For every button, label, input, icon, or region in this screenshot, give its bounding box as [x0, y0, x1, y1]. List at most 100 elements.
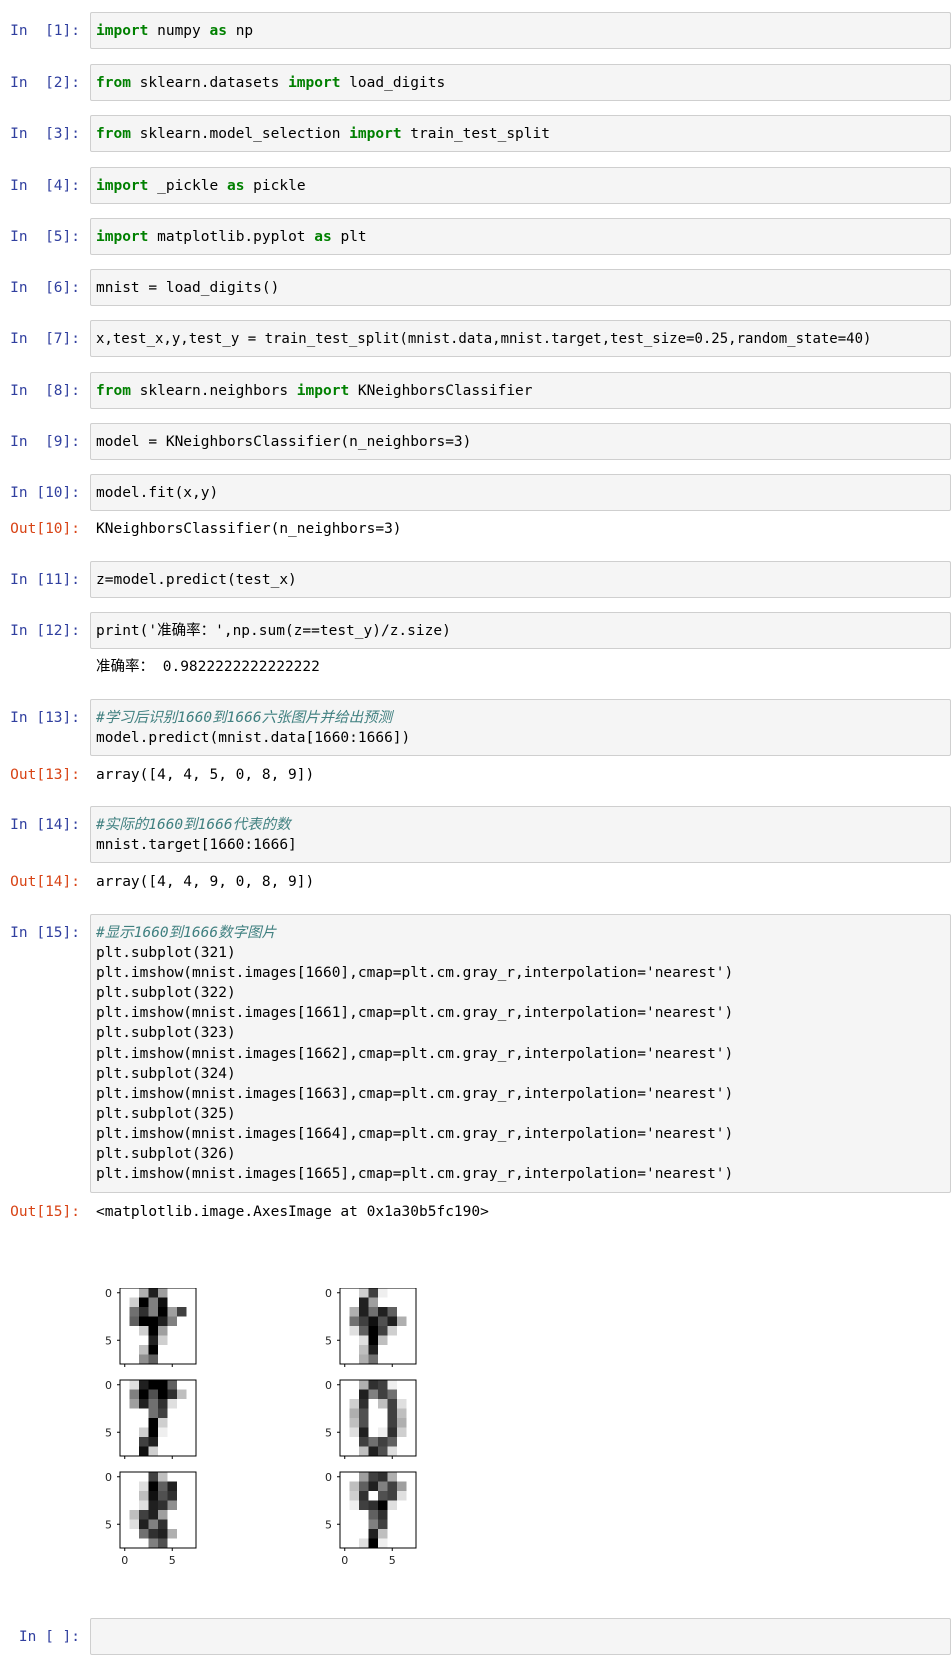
pixel: [378, 1437, 388, 1447]
pixel: [139, 1297, 149, 1308]
pixel: [387, 1446, 398, 1457]
pixel: [359, 1472, 369, 1482]
pixel: [387, 1408, 398, 1419]
pixel: [368, 1472, 379, 1482]
pixel: [340, 1510, 350, 1520]
pixel: [340, 1529, 350, 1539]
pixel: [158, 1510, 168, 1520]
pixel: [129, 1316, 140, 1327]
pixel: [359, 1316, 369, 1327]
pixel: [387, 1427, 398, 1438]
pixel: [406, 1288, 417, 1298]
cell-prompt-12: In [12]:: [10, 623, 80, 639]
code-line-15-4: plt.imshow(mnist.images[1661],cmap=plt.c…: [96, 1005, 734, 1022]
pixel: [120, 1538, 130, 1549]
y-tick-label: 5: [325, 1334, 332, 1347]
pixel: [177, 1335, 187, 1346]
pixel: [359, 1345, 369, 1355]
pixel: [397, 1354, 407, 1365]
pixel: [359, 1380, 369, 1390]
keyword: from: [96, 126, 131, 142]
pixel: [129, 1389, 140, 1400]
code-line-9: model = KNeighborsClassifier(n_neighbors…: [96, 434, 472, 450]
pixel: [148, 1316, 159, 1327]
digit-image-1663: 05: [325, 1379, 417, 1459]
pixel: [368, 1538, 379, 1549]
pixel: [368, 1335, 379, 1346]
code-line-7: x,test_x,y,test_y = train_test_split(mni…: [96, 331, 872, 347]
identifier: train_test_split: [401, 126, 550, 142]
pixel: [158, 1345, 168, 1355]
pixel: [387, 1491, 398, 1501]
pixel: [397, 1288, 407, 1298]
pixel: [368, 1354, 379, 1365]
pixel: [139, 1519, 149, 1530]
identifier: pickle: [244, 178, 306, 194]
out-prompt-14: Out[14]:: [10, 874, 80, 890]
pixel: [406, 1538, 417, 1549]
pixel: [129, 1500, 140, 1511]
pixel: [387, 1529, 398, 1539]
pixel: [120, 1345, 130, 1355]
pixel: [186, 1288, 197, 1298]
pixel: [359, 1529, 369, 1539]
code-line-15-5: plt.subplot(323): [96, 1025, 236, 1042]
pixel: [387, 1326, 398, 1336]
pixel: [177, 1472, 187, 1482]
pixel: [406, 1427, 417, 1438]
comment-15: #显示1660到1666数字图片: [96, 925, 277, 941]
pixel: [368, 1297, 379, 1308]
pixel: [158, 1538, 168, 1549]
pixel: [177, 1427, 187, 1438]
pixel: [387, 1288, 398, 1298]
pixel: [340, 1380, 350, 1390]
pixel: [378, 1288, 388, 1298]
cell-prompt-7: In [7]:: [10, 331, 80, 347]
pixel: [340, 1345, 350, 1355]
pixel: [158, 1389, 168, 1400]
pixel: [167, 1519, 178, 1530]
pixel: [406, 1399, 417, 1409]
digit-image-1662: 05: [105, 1379, 197, 1459]
pixel: [359, 1491, 369, 1501]
pixel: [177, 1538, 187, 1549]
pixel: [387, 1481, 398, 1492]
pixel: [368, 1446, 379, 1457]
pixel: [349, 1288, 360, 1298]
pixel: [349, 1491, 360, 1501]
y-tick-label: 5: [325, 1426, 332, 1439]
pixel: [397, 1510, 407, 1520]
code-line-15-6: plt.imshow(mnist.images[1662],cmap=plt.c…: [96, 1045, 734, 1062]
pixel: [359, 1408, 369, 1419]
pixel: [167, 1389, 178, 1400]
code-cell-10[interactable]: [90, 474, 951, 511]
pixel: [387, 1389, 398, 1400]
pixel: [359, 1389, 369, 1400]
pixel: [406, 1326, 417, 1336]
pixel: [129, 1335, 140, 1346]
pixel: [349, 1326, 360, 1336]
pixel: [406, 1446, 417, 1457]
pixel: [349, 1472, 360, 1482]
output-15: <matplotlib.image.AxesImage at 0x1a30b5f…: [96, 1204, 489, 1220]
pixel: [359, 1500, 369, 1511]
keyword: as: [209, 23, 227, 39]
pixel: [167, 1354, 178, 1365]
pixel: [340, 1297, 350, 1308]
pixel: [167, 1326, 178, 1336]
pixel: [129, 1437, 140, 1447]
cell-prompt-13: In [13]:: [10, 710, 80, 726]
pixel: [129, 1538, 140, 1549]
code-line-14: mnist.target[1660:1666]: [96, 837, 297, 853]
cell-prompt-1: In [1]:: [10, 23, 80, 39]
digit-image-grid: 05050505050 5050 5: [105, 1288, 417, 1567]
pixel: [368, 1418, 379, 1428]
keyword: from: [96, 383, 131, 399]
pixel: [378, 1427, 388, 1438]
pixel: [340, 1288, 350, 1298]
pixel: [148, 1427, 159, 1438]
pixel: [120, 1491, 130, 1501]
pixel: [378, 1335, 388, 1346]
pixel: [186, 1345, 197, 1355]
pixel: [186, 1307, 197, 1317]
